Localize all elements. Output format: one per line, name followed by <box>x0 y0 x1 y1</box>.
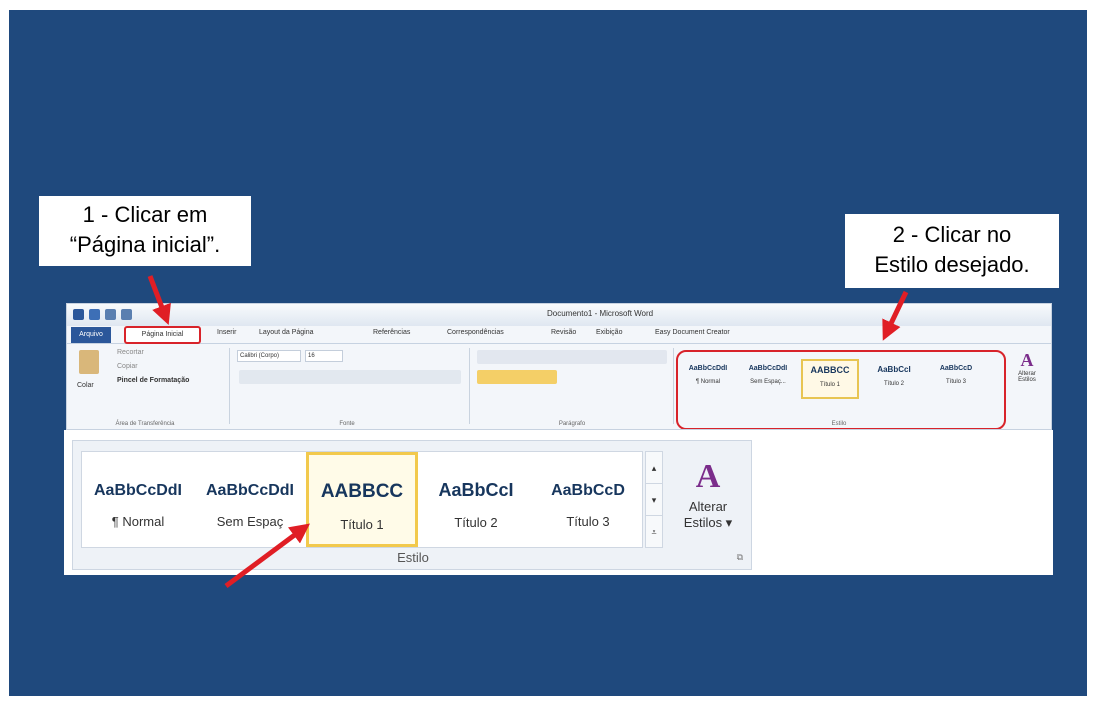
window-title: Documento1 - Microsoft Word <box>547 309 654 318</box>
tab-revisao[interactable]: Revisão <box>551 329 576 336</box>
list-buttons[interactable] <box>477 350 667 364</box>
save-icon[interactable] <box>89 309 100 320</box>
change-styles-icon: A <box>1020 350 1034 370</box>
tab-referencias[interactable]: Referências <box>373 329 410 336</box>
redo-icon[interactable] <box>121 309 132 320</box>
gallery-style-titulo-2-label: Título 2 <box>454 515 498 530</box>
step1-line1: 1 - Clicar em <box>82 202 208 227</box>
tab-arquivo[interactable]: Arquivo <box>71 327 111 343</box>
gallery-style-titulo-3[interactable]: AaBbCcD Título 3 <box>532 452 644 547</box>
gallery-style-titulo-1-sample: AABBCC <box>320 481 404 502</box>
gallery-style-titulo-2-sample: AaBbCcI <box>438 480 514 500</box>
copy-button[interactable]: Copiar <box>117 363 138 370</box>
gallery-style-titulo-1-label: Título 1 <box>340 517 384 532</box>
paste-icon[interactable] <box>79 350 99 374</box>
more-styles-icon[interactable]: ⩡ <box>646 516 662 548</box>
styles-group-zoom: AaBbCcDdI ¶ Normal AaBbCcDdI Sem Espaç A… <box>72 440 752 570</box>
step1-line2: “Página inicial”. <box>69 232 221 257</box>
change-styles-zoom-line2: Estilos ▾ <box>683 515 733 530</box>
change-styles-button[interactable]: A Alterar Estilos <box>1009 350 1045 383</box>
font-size-select[interactable]: 16 <box>305 350 343 362</box>
gallery-scrollbar[interactable]: ▴ ▾ ⩡ <box>645 451 663 548</box>
undo-icon[interactable] <box>105 309 116 320</box>
group-divider <box>673 348 674 424</box>
gallery-style-normal[interactable]: AaBbCcDdI ¶ Normal <box>82 452 194 547</box>
gallery-style-titulo-2[interactable]: AaBbCcI Título 2 <box>420 452 532 547</box>
styles-zoom-panel: AaBbCcDdI ¶ Normal AaBbCcDdI Sem Espaç A… <box>64 430 1053 575</box>
clipboard-group-label: Área de Transferência <box>115 421 175 427</box>
scroll-down-icon[interactable]: ▾ <box>646 484 662 516</box>
styles-highlight-box <box>676 350 1006 429</box>
gallery-style-normal-sample: AaBbCcDdI <box>93 482 182 499</box>
change-styles-zoom-line1: Alterar <box>688 499 728 514</box>
dialog-launcher-icon[interactable]: ⧉ <box>737 552 743 563</box>
word-icon[interactable] <box>73 309 84 320</box>
group-divider <box>229 348 230 424</box>
ribbon-tabs: Arquivo Página Inicial Inserir Layout da… <box>67 326 1051 344</box>
paste-button[interactable]: Colar <box>77 382 94 389</box>
tab-layout[interactable]: Layout da Página <box>259 329 314 336</box>
change-styles-zoom-button[interactable]: A Alterar Estilos ▾ <box>673 455 743 531</box>
quick-access-toolbar <box>73 309 132 320</box>
tab-pagina-inicial[interactable]: Página Inicial <box>124 326 201 344</box>
gallery-style-normal-label: ¶ Normal <box>111 514 165 529</box>
tab-exibicao[interactable]: Exibição <box>596 329 622 336</box>
gallery-style-sem-espacamento-label: Sem Espaç <box>216 514 284 529</box>
step2-callout: 2 - Clicar no Estilo desejado. <box>845 214 1059 288</box>
step2-line2: Estilo desejado. <box>874 252 1030 277</box>
paragraph-group-label: Parágrafo <box>558 421 586 427</box>
group-divider <box>469 348 470 424</box>
word-ribbon: Documento1 - Microsoft Word Arquivo Pági… <box>66 303 1052 430</box>
scroll-up-icon[interactable]: ▴ <box>646 452 662 484</box>
gallery-style-titulo-1[interactable]: AABBCC Título 1 <box>306 452 418 547</box>
title-bar: Documento1 - Microsoft Word <box>67 304 1051 326</box>
font-formatting-buttons[interactable] <box>239 370 461 384</box>
styles-gallery: AaBbCcDdI ¶ Normal AaBbCcDdI Sem Espaç A… <box>81 451 643 548</box>
cut-button[interactable]: Recortar <box>117 349 144 356</box>
step2-line1: 2 - Clicar no <box>892 222 1012 247</box>
gallery-style-sem-espacamento-sample: AaBbCcDdI <box>205 482 294 499</box>
step1-callout: 1 - Clicar em “Página inicial”. <box>39 196 251 266</box>
align-buttons[interactable] <box>477 370 557 384</box>
styles-zoom-group-label: Estilo <box>397 550 429 565</box>
font-name-select[interactable]: Calibri (Corpo) <box>237 350 301 362</box>
tab-correspondencias[interactable]: Correspondências <box>447 329 504 336</box>
tab-easy-document-creator[interactable]: Easy Document Creator <box>655 329 730 336</box>
format-painter-button[interactable]: Pincel de Formatação <box>117 377 189 384</box>
change-styles-zoom-icon: A <box>695 458 721 495</box>
tab-inserir[interactable]: Inserir <box>217 329 236 336</box>
gallery-style-titulo-3-sample: AaBbCcD <box>551 482 625 499</box>
gallery-style-sem-espacamento[interactable]: AaBbCcDdI Sem Espaç <box>194 452 306 547</box>
font-group-label: Fonte <box>339 421 355 427</box>
gallery-style-titulo-3-label: Título 3 <box>566 514 610 529</box>
change-styles-line2: Estilos <box>1018 377 1036 383</box>
